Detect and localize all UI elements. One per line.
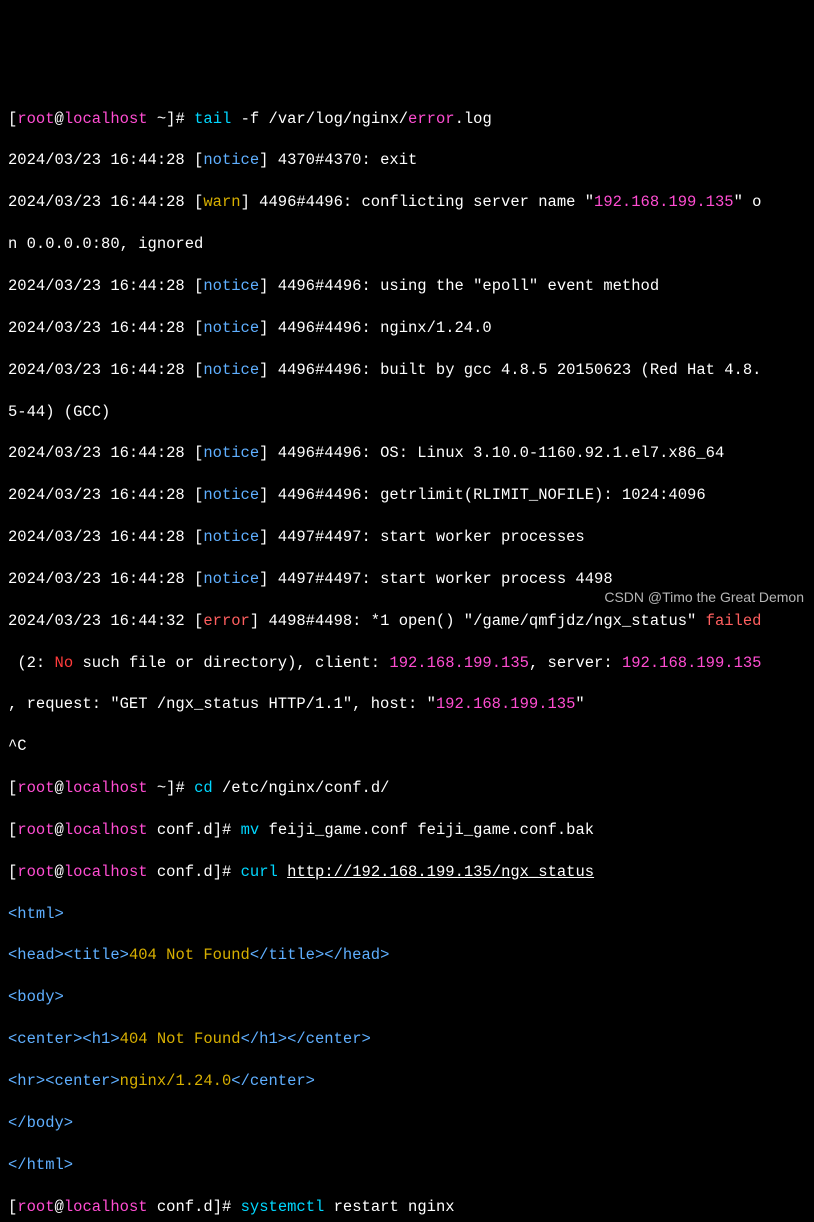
log-line: 2024/03/23 16:44:28 [notice] 4496#4496: … <box>8 443 806 464</box>
log-line: n 0.0.0.0:80, ignored <box>8 234 806 255</box>
terminal-output: [root@localhost ~]# tail -f /var/log/ngi… <box>8 88 806 1222</box>
log-line: , request: "GET /ngx_status HTTP/1.1", h… <box>8 694 806 715</box>
log-line: 2024/03/23 16:44:28 [notice] 4497#4497: … <box>8 527 806 548</box>
log-line: 2024/03/23 16:44:28 [notice] 4497#4497: … <box>8 569 806 590</box>
html-line: </html> <box>8 1155 806 1176</box>
html-line: <head><title>404 Not Found</title></head… <box>8 945 806 966</box>
html-line: <hr><center>nginx/1.24.0</center> <box>8 1071 806 1092</box>
log-line: 2024/03/23 16:44:28 [notice] 4496#4496: … <box>8 276 806 297</box>
log-line: (2: No such file or directory), client: … <box>8 653 806 674</box>
prompt-line[interactable]: [root@localhost conf.d]# systemctl resta… <box>8 1197 806 1218</box>
log-line: 2024/03/23 16:44:28 [notice] 4370#4370: … <box>8 150 806 171</box>
html-line: <body> <box>8 987 806 1008</box>
log-line: 2024/03/23 16:44:28 [notice] 4496#4496: … <box>8 360 806 381</box>
log-line: 2024/03/23 16:44:28 [notice] 4496#4496: … <box>8 318 806 339</box>
html-line: </body> <box>8 1113 806 1134</box>
prompt-line[interactable]: [root@localhost conf.d]# curl http://192… <box>8 862 806 883</box>
prompt-line[interactable]: [root@localhost ~]# cd /etc/nginx/conf.d… <box>8 778 806 799</box>
html-line: <html> <box>8 904 806 925</box>
log-line: 2024/03/23 16:44:28 [warn] 4496#4496: co… <box>8 192 806 213</box>
watermark: CSDN @Timo the Great Demon <box>604 588 804 607</box>
log-line: 5-44) (GCC) <box>8 402 806 423</box>
prompt-line[interactable]: [root@localhost conf.d]# mv feiji_game.c… <box>8 820 806 841</box>
html-line: <center><h1>404 Not Found</h1></center> <box>8 1029 806 1050</box>
log-line: 2024/03/23 16:44:28 [notice] 4496#4496: … <box>8 485 806 506</box>
ctrl-c: ^C <box>8 736 806 757</box>
prompt-line[interactable]: [root@localhost ~]# tail -f /var/log/ngi… <box>8 109 806 130</box>
log-line: 2024/03/23 16:44:32 [error] 4498#4498: *… <box>8 611 806 632</box>
